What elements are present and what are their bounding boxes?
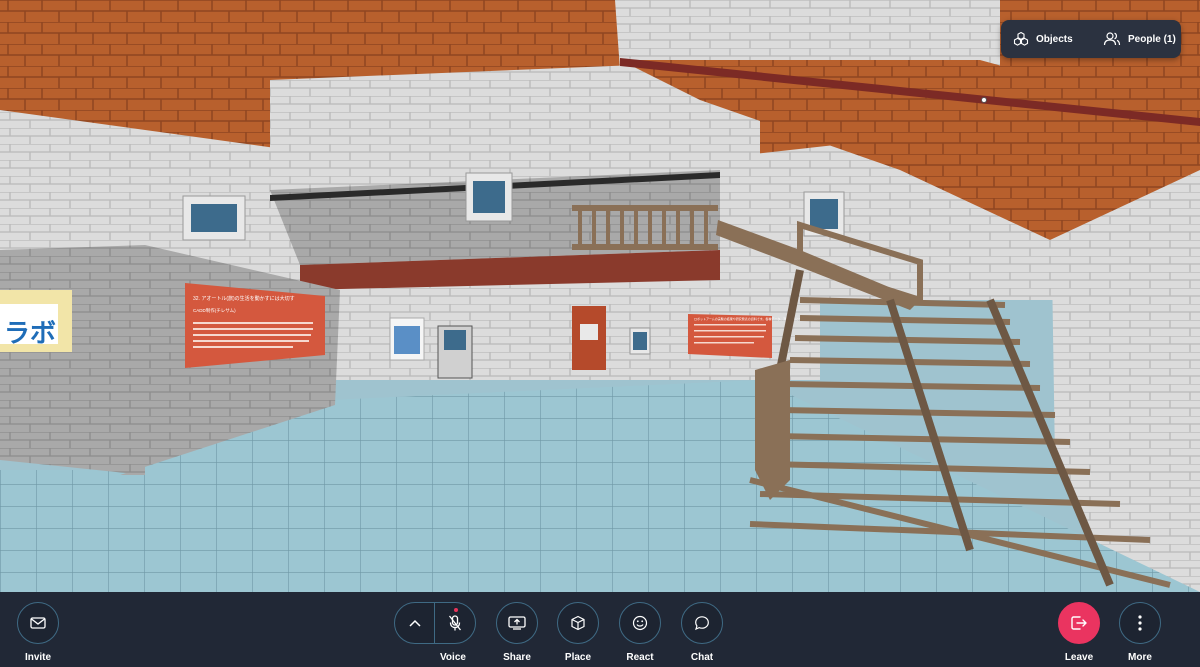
place-label: Place xyxy=(564,652,592,663)
share-label: Share xyxy=(503,652,531,663)
poster-title: 32. アオートル(旅)の生活を動かすには大切す xyxy=(193,295,295,302)
place-button[interactable]: Place xyxy=(548,602,608,663)
top-right-panel: Objects People (1) xyxy=(1001,20,1181,58)
scene-render: ラボ 32. アオートル(旅)の生活を動かすには大切す CADD制作(チレサム)… xyxy=(0,0,1200,592)
leave-circle[interactable] xyxy=(1058,602,1100,644)
chevron-up-icon xyxy=(408,619,421,627)
mic-muted-icon xyxy=(448,615,462,631)
objects-label: Objects xyxy=(1036,33,1073,45)
chat-label: Chat xyxy=(690,652,714,663)
react-circle[interactable] xyxy=(619,602,661,644)
more-button[interactable]: More xyxy=(1110,602,1170,663)
screen-share-icon xyxy=(508,616,526,630)
people-icon xyxy=(1103,32,1121,46)
more-label: More xyxy=(1128,652,1152,663)
exit-icon xyxy=(1071,616,1087,630)
leave-label: Leave xyxy=(1064,652,1094,663)
mail-icon xyxy=(30,617,46,629)
invite-label: Invite xyxy=(24,652,52,663)
objects-button[interactable]: Objects xyxy=(1001,20,1091,58)
sign-text: ラボ xyxy=(4,318,56,348)
invite-circle[interactable] xyxy=(17,602,59,644)
react-button[interactable]: React xyxy=(610,602,670,663)
bottom-toolbar: Invite Voice Share Place React Chat Leav… xyxy=(0,592,1200,667)
smile-icon xyxy=(632,615,648,631)
voice-label: Voice xyxy=(440,652,466,663)
voice-expand-button[interactable] xyxy=(395,603,436,643)
share-circle[interactable] xyxy=(496,602,538,644)
cube-icon xyxy=(571,615,585,631)
chat-button[interactable]: Chat xyxy=(672,602,732,663)
share-button[interactable]: Share xyxy=(487,602,547,663)
react-label: React xyxy=(626,652,654,663)
poster-subtitle: CADD制作(チレサム) xyxy=(193,307,236,314)
place-circle[interactable] xyxy=(557,602,599,644)
more-circle[interactable] xyxy=(1119,602,1161,644)
objects-icon xyxy=(1013,31,1029,46)
3d-scene-viewport[interactable]: ラボ 32. アオートル(旅)の生活を動かすには大切す CADD制作(チレサム)… xyxy=(0,0,1200,592)
voice-control xyxy=(394,602,476,644)
people-label: People (1) xyxy=(1128,33,1176,45)
mic-status-dot xyxy=(454,608,459,612)
chat-bubble-icon xyxy=(695,616,709,631)
invite-button[interactable]: Invite xyxy=(8,602,68,663)
vertical-dots-icon xyxy=(1138,615,1142,631)
cursor-dot xyxy=(981,97,987,103)
people-button[interactable]: People (1) xyxy=(1091,20,1181,58)
leave-button[interactable]: Leave xyxy=(1049,602,1109,663)
chat-circle[interactable] xyxy=(681,602,723,644)
mic-toggle-button[interactable] xyxy=(435,603,475,643)
